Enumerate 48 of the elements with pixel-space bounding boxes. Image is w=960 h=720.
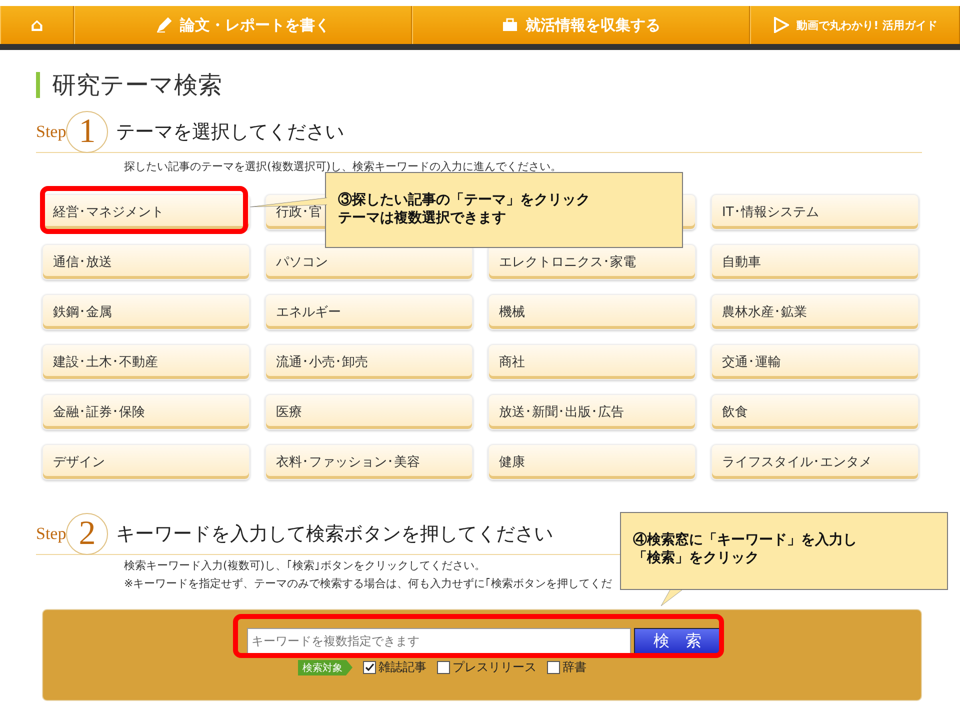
step-number: 2 xyxy=(66,513,108,555)
theme-button[interactable]: 自動車 xyxy=(711,244,919,280)
checkbox[interactable] xyxy=(436,661,450,674)
theme-button[interactable]: 鉄鋼･金属 xyxy=(42,294,250,330)
theme-button[interactable]: 流通･小売･卸売 xyxy=(265,344,473,380)
callout-text: ④検索窓に「キーワード」を入力し xyxy=(633,531,858,549)
briefcase-icon xyxy=(502,18,518,32)
checkbox[interactable] xyxy=(546,661,560,674)
step-label: Step xyxy=(36,524,66,544)
instruction-text: ※キーワードを指定せず、テーマのみで検索する場合は、何も入力せずに｢検索ボタンを押してくだ xyxy=(124,576,612,591)
checkbox-label: 辞書 xyxy=(562,659,586,676)
pen-icon xyxy=(156,17,172,33)
step-label: Step xyxy=(36,122,66,142)
search-button[interactable]: 検 索 xyxy=(634,628,722,654)
callout-text: ③探したい記事の「テーマ」をクリック xyxy=(338,191,591,209)
theme-button[interactable]: IT･情報システム xyxy=(711,194,919,230)
search-target-tag: 検索対象 xyxy=(298,660,352,676)
theme-button[interactable]: 経営･マネジメント xyxy=(42,194,250,230)
theme-button[interactable]: 機械 xyxy=(488,294,696,330)
callout-text: テーマは複数選択できます xyxy=(338,209,507,227)
step-number: 1 xyxy=(66,111,108,153)
checkbox-label: プレスリリース xyxy=(452,659,536,676)
theme-button[interactable]: 金融･証券･保険 xyxy=(42,394,250,430)
search-field[interactable]: キーワードを複数指定できます xyxy=(246,628,630,654)
checkbox[interactable] xyxy=(362,661,376,674)
theme-button[interactable]: 医療 xyxy=(265,394,473,430)
instruction-text: 探したい記事のテーマを選択(複数選択可)し、検索キーワードの入力に進んでください。 xyxy=(124,159,562,174)
theme-button[interactable]: 通信･放送 xyxy=(42,244,250,280)
theme-button[interactable]: 飲食 xyxy=(711,394,919,430)
checkbox-label: 雑誌記事 xyxy=(378,659,426,676)
theme-button[interactable]: 商社 xyxy=(488,344,696,380)
step-heading: テーマを選択してください xyxy=(116,120,344,145)
theme-button[interactable]: ライフスタイル･エンタメ xyxy=(711,444,919,480)
theme-button[interactable]: 農林水産･鉱業 xyxy=(711,294,919,330)
play-icon xyxy=(772,17,789,33)
theme-button[interactable]: パソコン xyxy=(265,244,473,280)
theme-button[interactable]: 衣料･ファッション･美容 xyxy=(265,444,473,480)
theme-button[interactable]: エネルギー xyxy=(265,294,473,330)
step-heading: キーワードを入力して検索ボタンを押してください xyxy=(116,522,554,547)
theme-button[interactable]: デザイン xyxy=(42,444,250,480)
page-title: 研究テーマ検索 xyxy=(36,72,922,98)
theme-button[interactable]: エレクトロニクス･家電 xyxy=(488,244,696,280)
theme-button[interactable]: 健康 xyxy=(488,444,696,480)
theme-button[interactable]: 放送･新聞･出版･広告 xyxy=(488,394,696,430)
theme-button[interactable]: 建設･土木･不動産 xyxy=(42,344,250,380)
instruction-text: 検索キーワード入力(複数可)し、｢検索｣ボタンをクリックしてください。 xyxy=(124,558,486,573)
callout-text: 「検索」をクリック xyxy=(633,549,760,567)
theme-button[interactable]: 交通･運輸 xyxy=(711,344,919,380)
